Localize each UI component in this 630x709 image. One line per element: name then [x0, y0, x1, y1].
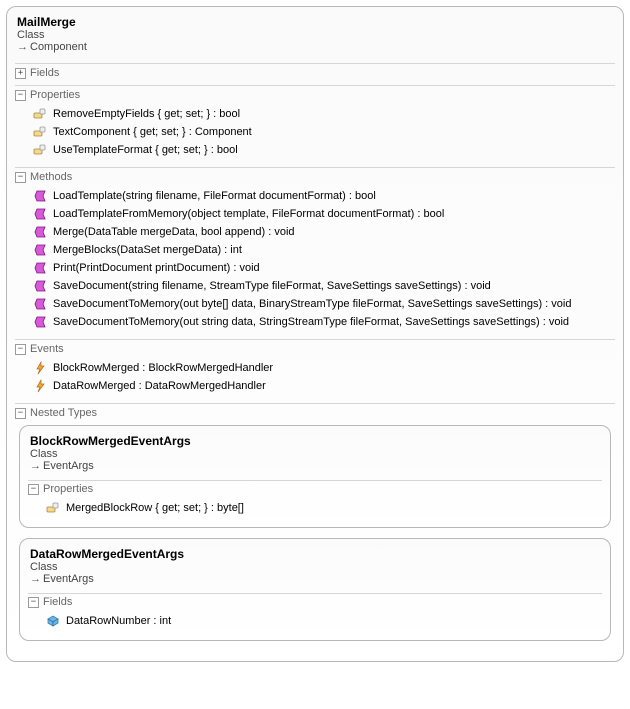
member-item: Print(PrintDocument printDocument) : voi…: [33, 259, 615, 277]
nested-items: DataRowNumber : int: [28, 610, 602, 634]
member-item: LoadTemplateFromMemory(object template, …: [33, 205, 615, 223]
method-icon: [33, 279, 47, 293]
collapse-icon: −: [15, 90, 26, 101]
section-header-fields[interactable]: + Fields: [15, 63, 615, 81]
class-base: →EventArgs: [30, 460, 602, 472]
inherit-arrow-icon: →: [30, 573, 41, 585]
member-item: TextComponent { get; set; } : Component: [33, 123, 615, 141]
class-header: MailMerge Class →Component: [15, 13, 615, 59]
member-item: Merge(DataTable mergeData, bool append) …: [33, 223, 615, 241]
section-header-nested[interactable]: − Nested Types: [15, 403, 615, 421]
inherit-arrow-icon: →: [30, 460, 41, 472]
field-icon: [46, 614, 60, 628]
class-header: DataRowMergedEventArgs Class →EventArgs: [28, 545, 602, 589]
class-diagram-panel: MailMerge Class →Component + Fields − Pr…: [6, 6, 624, 662]
events-list: BlockRowMerged : BlockRowMergedHandler D…: [15, 357, 615, 399]
section-nested-types: − Nested Types BlockRowMergedEventArgs C…: [15, 403, 615, 653]
member-signature: TextComponent { get; set; } : Component: [53, 124, 252, 140]
section-header-properties[interactable]: − Properties: [15, 85, 615, 103]
member-signature: DataRowMerged : DataRowMergedHandler: [53, 378, 266, 394]
nested-types-container: BlockRowMergedEventArgs Class →EventArgs…: [15, 421, 615, 653]
member-signature: RemoveEmptyFields { get; set; } : bool: [53, 106, 240, 122]
class-kind: Class: [17, 29, 615, 41]
member-signature: MergedBlockRow { get; set; } : byte[]: [66, 500, 244, 516]
member-signature: SaveDocument(string filename, StreamType…: [53, 278, 491, 294]
member-item: DataRowNumber : int: [46, 612, 602, 630]
nested-section-header[interactable]: − Properties: [28, 480, 602, 497]
nested-section-header[interactable]: − Fields: [28, 593, 602, 610]
nested-class-panel: BlockRowMergedEventArgs Class →EventArgs…: [19, 425, 611, 528]
class-name: BlockRowMergedEventArgs: [30, 434, 602, 448]
member-signature: DataRowNumber : int: [66, 613, 171, 629]
collapse-icon: −: [15, 344, 26, 355]
member-item: MergeBlocks(DataSet mergeData) : int: [33, 241, 615, 259]
section-label: Events: [30, 343, 64, 355]
member-item: UseTemplateFormat { get; set; } : bool: [33, 141, 615, 159]
inherit-arrow-icon: →: [17, 41, 28, 53]
event-icon: [33, 361, 47, 375]
method-icon: [33, 207, 47, 221]
class-name: DataRowMergedEventArgs: [30, 547, 602, 561]
member-signature: BlockRowMerged : BlockRowMergedHandler: [53, 360, 273, 376]
nested-section: − Properties MergedBlockRow { get; set; …: [28, 480, 602, 521]
member-signature: SaveDocumentToMemory(out byte[] data, Bi…: [53, 296, 571, 312]
class-kind: Class: [30, 561, 602, 573]
class-name: MailMerge: [17, 15, 615, 29]
section-header-events[interactable]: − Events: [15, 339, 615, 357]
collapse-icon: −: [15, 172, 26, 183]
member-item: SaveDocumentToMemory(out string data, St…: [33, 313, 615, 331]
section-label: Nested Types: [30, 407, 97, 419]
class-base: →Component: [17, 41, 615, 53]
member-signature: MergeBlocks(DataSet mergeData) : int: [53, 242, 242, 258]
collapse-icon: −: [28, 597, 39, 608]
methods-list: LoadTemplate(string filename, FileFormat…: [15, 185, 615, 335]
event-icon: [33, 379, 47, 393]
expand-icon: +: [15, 68, 26, 79]
section-events: − Events BlockRowMerged : BlockRowMerged…: [15, 339, 615, 399]
member-item: BlockRowMerged : BlockRowMergedHandler: [33, 359, 615, 377]
member-signature: UseTemplateFormat { get; set; } : bool: [53, 142, 238, 158]
member-signature: LoadTemplate(string filename, FileFormat…: [53, 188, 376, 204]
section-fields: + Fields: [15, 63, 615, 81]
method-icon: [33, 243, 47, 257]
collapse-icon: −: [15, 408, 26, 419]
section-properties: − Properties RemoveEmptyFields { get; se…: [15, 85, 615, 163]
section-header-methods[interactable]: − Methods: [15, 167, 615, 185]
member-item: SaveDocumentToMemory(out byte[] data, Bi…: [33, 295, 615, 313]
member-item: DataRowMerged : DataRowMergedHandler: [33, 377, 615, 395]
method-icon: [33, 225, 47, 239]
member-signature: Merge(DataTable mergeData, bool append) …: [53, 224, 295, 240]
section-label: Properties: [43, 483, 93, 495]
section-label: Fields: [43, 596, 72, 608]
method-icon: [33, 189, 47, 203]
method-icon: [33, 315, 47, 329]
method-icon: [33, 261, 47, 275]
collapse-icon: −: [28, 484, 39, 495]
class-kind: Class: [30, 448, 602, 460]
member-item: RemoveEmptyFields { get; set; } : bool: [33, 105, 615, 123]
property-icon: [46, 501, 60, 515]
section-methods: − Methods LoadTemplate(string filename, …: [15, 167, 615, 335]
member-item: SaveDocument(string filename, StreamType…: [33, 277, 615, 295]
nested-class-panel: DataRowMergedEventArgs Class →EventArgs …: [19, 538, 611, 641]
member-signature: LoadTemplateFromMemory(object template, …: [53, 206, 444, 222]
property-icon: [33, 107, 47, 121]
nested-items: MergedBlockRow { get; set; } : byte[]: [28, 497, 602, 521]
properties-list: RemoveEmptyFields { get; set; } : bool T…: [15, 103, 615, 163]
section-label: Methods: [30, 171, 72, 183]
property-icon: [33, 125, 47, 139]
member-signature: Print(PrintDocument printDocument) : voi…: [53, 260, 260, 276]
class-header: BlockRowMergedEventArgs Class →EventArgs: [28, 432, 602, 476]
section-label: Fields: [30, 67, 59, 79]
property-icon: [33, 143, 47, 157]
method-icon: [33, 297, 47, 311]
section-label: Properties: [30, 89, 80, 101]
nested-section: − Fields DataRowNumber : int: [28, 593, 602, 634]
member-item: LoadTemplate(string filename, FileFormat…: [33, 187, 615, 205]
member-item: MergedBlockRow { get; set; } : byte[]: [46, 499, 602, 517]
class-base: →EventArgs: [30, 573, 602, 585]
member-signature: SaveDocumentToMemory(out string data, St…: [53, 314, 569, 330]
